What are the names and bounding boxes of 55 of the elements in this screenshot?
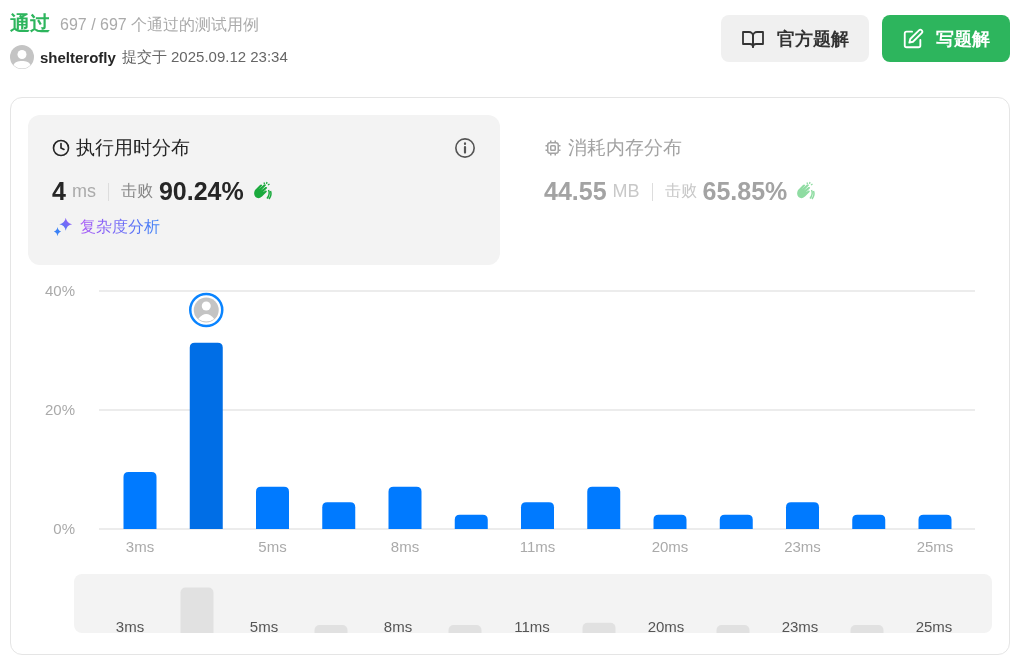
axis-label: 20ms — [651, 538, 689, 555]
axis-label: 23ms — [784, 538, 821, 555]
overview-bar — [850, 625, 884, 633]
chart-bar[interactable] — [719, 514, 753, 529]
beats-percent: 65.85% — [702, 177, 788, 206]
axis-label: 8ms — [390, 538, 420, 555]
chart-bar[interactable] — [852, 514, 886, 529]
chart-bar[interactable] — [454, 514, 488, 529]
avatar-icon — [10, 45, 34, 69]
overview-bar — [582, 622, 616, 633]
overview-label: 11ms — [514, 618, 550, 633]
chart-bar[interactable] — [587, 486, 621, 529]
axis-label: 5ms — [258, 538, 287, 555]
overview-bar — [448, 625, 482, 633]
stat-unit: ms — [71, 181, 96, 202]
official-solution-button[interactable]: 官方题解 — [721, 15, 869, 62]
chart-bar[interactable] — [189, 342, 223, 529]
overview-bar — [716, 625, 750, 633]
axis-label: 25ms — [916, 538, 954, 555]
info-icon[interactable] — [454, 137, 476, 159]
overview-label: 25ms — [915, 618, 953, 633]
stat-value: 44.55 — [544, 177, 607, 206]
edit-icon — [902, 27, 924, 50]
overview-label: 20ms — [647, 618, 685, 633]
submitted-time: 提交于 2025.09.12 23:34 — [121, 47, 288, 67]
chart-bar[interactable] — [322, 502, 356, 529]
chart-bar[interactable] — [918, 514, 952, 529]
sparkle-icon — [52, 216, 74, 238]
beats-percent: 90.24% — [158, 177, 244, 206]
overview-label: 3ms — [115, 618, 145, 633]
tab-title: 消耗内存分布 — [568, 136, 682, 160]
stat-value: 4 — [52, 177, 66, 206]
axis-label: 0% — [53, 520, 75, 537]
test-count-text: 697 / 697 个通过的测试用例 — [60, 15, 260, 35]
chart-bar[interactable] — [388, 486, 422, 529]
chip-icon — [544, 139, 562, 157]
overview-label: 23ms — [781, 618, 819, 633]
beats-label: 击败 — [120, 181, 153, 201]
chart-bar[interactable] — [256, 486, 289, 529]
axis-label: 11ms — [519, 538, 556, 555]
axis-label: 3ms — [125, 538, 155, 555]
status-text: 通过 — [10, 11, 50, 36]
overview-label: 5ms — [249, 618, 279, 633]
chart-bar[interactable] — [653, 514, 687, 529]
overview-label: 8ms — [383, 618, 413, 633]
clock-icon — [52, 139, 70, 157]
axis-label: 20% — [44, 401, 75, 418]
user-avatar-icon — [189, 292, 224, 328]
chart-bar[interactable] — [123, 471, 157, 529]
overview-bar — [314, 625, 348, 633]
axis-label: 40% — [44, 282, 75, 299]
stat-tab[interactable]: 执行用时分布 4 ms 击败 90.24% 复杂度分析 — [28, 115, 500, 265]
username-link[interactable]: shelterofly — [40, 48, 116, 66]
overview-bar — [180, 587, 214, 633]
tab-title: 执行用时分布 — [76, 136, 190, 160]
